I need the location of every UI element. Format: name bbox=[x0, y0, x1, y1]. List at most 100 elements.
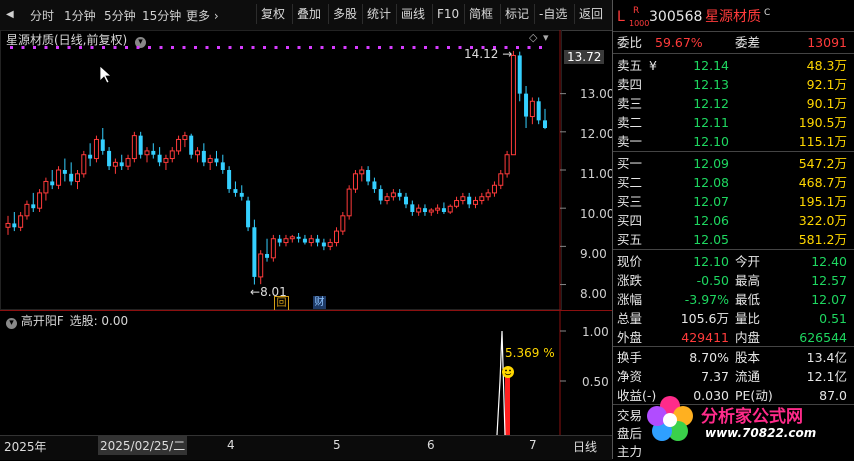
flag-l: L bbox=[617, 9, 625, 25]
bid-price[interactable]: 12.07 bbox=[693, 192, 729, 211]
signal-dot bbox=[274, 46, 278, 49]
bid-price[interactable]: 12.06 bbox=[693, 211, 729, 230]
simple-frame-button[interactable]: 简框 bbox=[464, 4, 497, 24]
candle bbox=[372, 177, 377, 193]
bid-price[interactable]: 12.05 bbox=[693, 230, 729, 249]
signal-dot bbox=[240, 46, 243, 49]
quote-header: L R 1000 300568 星源材质 C bbox=[613, 6, 854, 30]
multi-stock-button[interactable]: 多股 bbox=[328, 4, 361, 24]
return-button[interactable]: 返回 bbox=[574, 4, 607, 24]
candle bbox=[151, 143, 156, 159]
candle bbox=[258, 250, 264, 285]
stat-value: 12.40 bbox=[811, 254, 847, 269]
signal-dot bbox=[44, 46, 48, 49]
candle bbox=[296, 233, 301, 243]
signal-dot bbox=[320, 46, 324, 49]
ask-price[interactable]: 12.13 bbox=[693, 75, 729, 94]
fundamental-label: 股本 bbox=[735, 350, 761, 365]
candle bbox=[81, 150, 87, 178]
mark-button[interactable]: 标记 bbox=[500, 4, 533, 24]
stat-row: 总量 105.6万 量比 0.51 bbox=[613, 309, 854, 328]
ask-row: 卖三 12.12 90.1万 bbox=[613, 94, 854, 113]
fundamental-value: 13.4亿 bbox=[806, 350, 847, 365]
candle bbox=[441, 202, 446, 214]
candle bbox=[384, 192, 390, 205]
bid-price[interactable]: 12.08 bbox=[693, 173, 729, 192]
signal-dot bbox=[343, 46, 347, 49]
partial-label-2: 盘后 bbox=[617, 426, 643, 441]
signal-dot bbox=[125, 46, 128, 49]
period-label[interactable]: 日线 bbox=[573, 438, 597, 455]
signal-dot bbox=[217, 46, 220, 49]
date-label: 6 bbox=[427, 438, 435, 452]
date-axis bbox=[0, 435, 612, 460]
ask-price[interactable]: 12.12 bbox=[693, 94, 729, 113]
signal-line bbox=[496, 330, 506, 435]
weibi-value: 59.67% bbox=[655, 35, 703, 50]
overlay-button[interactable]: 叠加 bbox=[292, 4, 325, 24]
candle bbox=[107, 147, 112, 170]
period-tab-fenshi[interactable]: 分时 bbox=[30, 7, 54, 24]
stat-label: 内盘 bbox=[735, 330, 761, 345]
candle bbox=[182, 131, 188, 148]
bid-price[interactable]: 12.09 bbox=[693, 154, 729, 173]
diamond-icon[interactable]: ◇ bbox=[529, 31, 537, 44]
stat-value: 429411 bbox=[681, 330, 729, 345]
bid-volume: 322.0万 bbox=[798, 213, 847, 228]
indicator-chart[interactable] bbox=[0, 311, 612, 435]
bid-label: 买四 bbox=[617, 213, 643, 228]
chart-toolbar: ◀ 分时 1分钟 5分钟 15分钟 更多 › 复权 叠加 多股 统计 画线 F1… bbox=[0, 0, 612, 31]
date-label: 5 bbox=[333, 438, 341, 452]
fundamental-value: 12.1亿 bbox=[806, 369, 847, 384]
y-tick: 11.00 bbox=[580, 167, 615, 181]
fundamental-label: 换手 bbox=[617, 350, 643, 365]
watchlist-button[interactable]: -自选 bbox=[534, 4, 571, 24]
back-arrow-icon[interactable]: ◀ bbox=[6, 9, 14, 20]
signal-dot bbox=[412, 46, 416, 49]
candle bbox=[428, 208, 434, 216]
candle bbox=[485, 189, 491, 201]
ask-price[interactable]: 12.10 bbox=[693, 132, 729, 151]
candle bbox=[252, 219, 257, 285]
bid-volume: 195.1万 bbox=[798, 194, 847, 209]
buyback-marker[interactable]: 回 bbox=[274, 296, 289, 311]
pin-icon[interactable]: ▾ bbox=[543, 31, 549, 44]
ask-price[interactable]: 12.14 bbox=[693, 56, 729, 75]
bid-row: 买三 12.07 195.1万 bbox=[613, 192, 854, 211]
candle bbox=[125, 154, 131, 170]
quote-panel: L R 1000 300568 星源材质 C 委比 59.67% 委差 1309… bbox=[612, 0, 854, 459]
stock-name: 星源材质 bbox=[705, 9, 761, 25]
ask-price[interactable]: 12.11 bbox=[693, 113, 729, 132]
draw-line-button[interactable]: 画线 bbox=[396, 4, 429, 24]
statistics-button[interactable]: 统计 bbox=[362, 4, 395, 24]
financial-marker[interactable]: 财 bbox=[313, 296, 326, 309]
candle bbox=[390, 189, 396, 201]
candlestick-chart[interactable] bbox=[0, 30, 612, 310]
period-tab-1min[interactable]: 1分钟 bbox=[64, 7, 96, 24]
fundamental-label: 净资 bbox=[617, 369, 643, 384]
ask-volume: 92.1万 bbox=[806, 77, 847, 92]
high-value: 14.12 bbox=[464, 47, 499, 61]
f10-button[interactable]: F10 bbox=[432, 4, 463, 24]
candle bbox=[404, 192, 409, 209]
candle bbox=[144, 147, 150, 163]
signal-dot bbox=[332, 46, 335, 49]
candle bbox=[529, 97, 535, 125]
stat-value: 626544 bbox=[799, 330, 847, 345]
candle bbox=[536, 97, 541, 125]
signal-dot bbox=[263, 46, 266, 49]
period-tab-15min[interactable]: 15分钟 bbox=[142, 7, 181, 24]
candle bbox=[359, 166, 365, 182]
candle bbox=[416, 204, 422, 216]
fuquan-button[interactable]: 复权 bbox=[256, 4, 289, 24]
ask-volume: 48.3万 bbox=[806, 58, 847, 73]
signal-dot bbox=[90, 46, 94, 49]
period-tab-more[interactable]: 更多 › bbox=[186, 7, 219, 24]
bid-row: 买二 12.08 468.7万 bbox=[613, 173, 854, 192]
ask-label: 卖三 bbox=[617, 96, 643, 111]
watermark-title: 分析家公式网 bbox=[701, 407, 803, 427]
signal-dot bbox=[33, 46, 36, 49]
candle bbox=[410, 200, 415, 216]
signal-dot bbox=[148, 46, 151, 49]
period-tab-5min[interactable]: 5分钟 bbox=[104, 7, 136, 24]
